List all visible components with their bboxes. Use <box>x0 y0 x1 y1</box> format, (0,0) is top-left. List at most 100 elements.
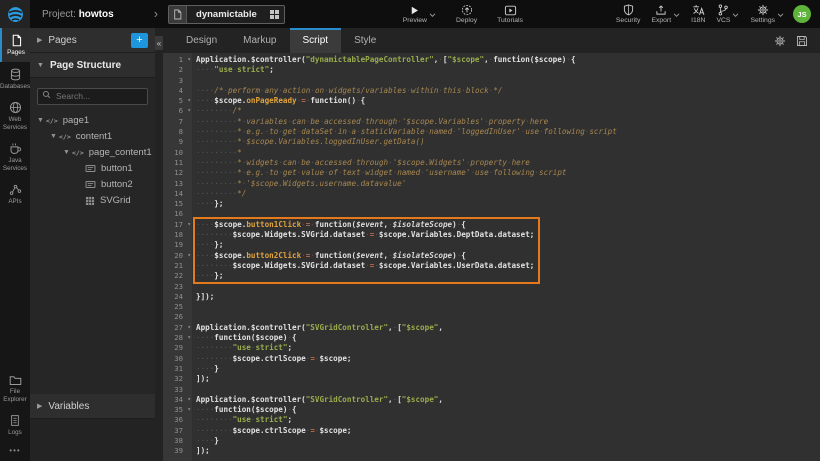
wavemaker-studio: Project: howtos › dynamictable Preview D… <box>0 0 820 461</box>
sidebar-item-web-services[interactable]: Web Services <box>0 95 30 136</box>
sidebar-item-java-services[interactable]: Java Services <box>0 136 30 177</box>
gear-icon <box>757 4 769 16</box>
tree-item-SVGrid[interactable]: SVGrid <box>30 193 155 209</box>
save-icon[interactable] <box>796 35 808 47</box>
tree-expand-icon[interactable]: ▼ <box>36 117 45 124</box>
sidebar-item-apis[interactable]: APIs <box>0 177 30 211</box>
tab-markup[interactable]: Markup <box>230 28 289 53</box>
i18n-button[interactable]: I18N <box>691 4 705 24</box>
pages-section-header[interactable]: ▶ Pages + <box>30 28 155 53</box>
gutter-line-number: 24 <box>163 292 192 302</box>
api-icon <box>9 183 22 196</box>
security-button[interactable]: Security <box>616 4 641 24</box>
script-editor[interactable]: 1▾2345▾6▾7891011121314151617▾181920▾2122… <box>163 53 820 461</box>
code-line: ]); <box>196 374 820 384</box>
editor-tabs: Design Markup Script Style <box>163 28 820 53</box>
preview-caret-icon[interactable] <box>429 13 436 18</box>
page-structure-header[interactable]: ▼ Page Structure <box>30 53 155 78</box>
gutter-line-number: 4 <box>163 86 192 96</box>
sidebar-item-logs[interactable]: Logs <box>0 408 30 442</box>
page-file-icon <box>169 6 187 23</box>
grid-view-icon <box>266 6 284 23</box>
tree-item-button2[interactable]: button2 <box>30 177 155 193</box>
app-logo[interactable] <box>0 0 30 28</box>
deploy-button[interactable]: Deploy <box>456 4 477 24</box>
sidebar-item-pages[interactable]: Pages <box>0 28 30 62</box>
button-widget-icon <box>85 180 96 189</box>
page-selector[interactable]: dynamictable <box>168 5 285 24</box>
gutter-line-number: 32 <box>163 374 192 384</box>
tree-item-content1[interactable]: ▼</>content1 <box>30 129 155 145</box>
settings-caret-icon[interactable] <box>777 13 784 18</box>
vcs-caret-icon[interactable] <box>732 13 739 18</box>
branch-icon <box>717 4 729 16</box>
gutter-line-number: 15 <box>163 199 192 209</box>
shield-icon <box>623 4 634 16</box>
search-input[interactable] <box>37 88 148 105</box>
project-name: howtos <box>79 9 114 20</box>
user-avatar[interactable]: JS <box>793 5 811 23</box>
gutter-line-number: 30 <box>163 354 192 364</box>
code-line: ····} <box>196 364 820 374</box>
gutter-line-number: 12 <box>163 168 192 178</box>
fold-toggle-icon[interactable]: ▾ <box>187 405 191 415</box>
export-button[interactable]: Export <box>651 4 671 24</box>
tree-item-button1[interactable]: button1 <box>30 161 155 177</box>
pages-icon <box>10 34 23 47</box>
play-icon <box>409 4 420 16</box>
fold-toggle-icon[interactable]: ▾ <box>187 251 191 261</box>
tab-script[interactable]: Script <box>290 28 342 53</box>
gutter-line-number: 17▾ <box>163 220 192 230</box>
tab-design[interactable]: Design <box>173 28 230 53</box>
code-line: ········$scope.Widgets.SVGrid.dataset·=·… <box>196 261 820 271</box>
tree-item-label: SVGrid <box>100 195 131 206</box>
fold-toggle-icon[interactable]: ▾ <box>187 106 191 116</box>
editor-code-area[interactable]: Application.$controller("dynamictablePag… <box>192 53 820 461</box>
tree-expand-icon[interactable]: ▼ <box>62 149 71 156</box>
sidebar-item-databases[interactable]: Databases <box>0 62 30 96</box>
code-line: ····$scope.onPageReady·=·function()·{ <box>196 96 820 106</box>
collapsed-caret-icon: ▶ <box>37 402 42 410</box>
page-selector-value: dynamictable <box>187 6 266 23</box>
fold-toggle-icon[interactable]: ▾ <box>187 55 191 65</box>
code-line: ····}; <box>196 199 820 209</box>
panel-footer <box>30 419 155 461</box>
rail-more-button[interactable]: ••• <box>0 442 30 461</box>
gutter-line-number: 10 <box>163 148 192 158</box>
sidebar-item-file-explorer[interactable]: File Explorer <box>0 368 30 408</box>
tutorials-button[interactable]: Tutorials <box>497 4 523 24</box>
tree-expand-icon[interactable]: ▼ <box>49 133 58 140</box>
fold-toggle-icon[interactable]: ▾ <box>187 96 191 106</box>
gutter-line-number: 16 <box>163 209 192 219</box>
gutter-line-number: 26 <box>163 312 192 322</box>
code-line: ·········*·$scope.Variables.loggedInUser… <box>196 137 820 147</box>
tree-item-label: button1 <box>101 163 133 174</box>
gutter-line-number: 3 <box>163 76 192 86</box>
tree-item-page_content1[interactable]: ▼</>page_content1 <box>30 145 155 161</box>
collapse-panel-button[interactable]: « <box>155 36 163 50</box>
fold-toggle-icon[interactable]: ▾ <box>187 323 191 333</box>
topbar: Project: howtos › dynamictable Preview D… <box>0 0 820 28</box>
left-rail: Pages Databases Web Services Java Servic… <box>0 28 30 461</box>
settings-button[interactable]: Settings <box>750 4 775 24</box>
code-line: ········$scope.Widgets.SVGrid.dataset·=·… <box>196 230 820 240</box>
variables-section-header[interactable]: ▶ Variables <box>30 394 155 419</box>
tab-style[interactable]: Style <box>341 28 389 53</box>
fold-toggle-icon[interactable]: ▾ <box>187 395 191 405</box>
tree-item-page1[interactable]: ▼</>page1 <box>30 113 155 129</box>
panel-divider[interactable]: « <box>155 28 163 461</box>
script-settings-gear-icon[interactable] <box>774 35 786 47</box>
fold-toggle-icon[interactable]: ▾ <box>187 220 191 230</box>
gutter-line-number: 21 <box>163 261 192 271</box>
code-line: ····"use·strict"; <box>196 65 820 75</box>
tree-item-label: content1 <box>76 131 112 142</box>
fold-toggle-icon[interactable]: ▾ <box>187 333 191 343</box>
button-widget-icon <box>85 164 96 173</box>
export-caret-icon[interactable] <box>673 13 680 18</box>
preview-button[interactable]: Preview <box>403 4 427 24</box>
code-line <box>196 76 820 86</box>
gutter-line-number: 18 <box>163 230 192 240</box>
code-line: ·········*/ <box>196 189 820 199</box>
vcs-button[interactable]: VCS <box>716 4 730 24</box>
add-page-button[interactable]: + <box>131 33 148 48</box>
